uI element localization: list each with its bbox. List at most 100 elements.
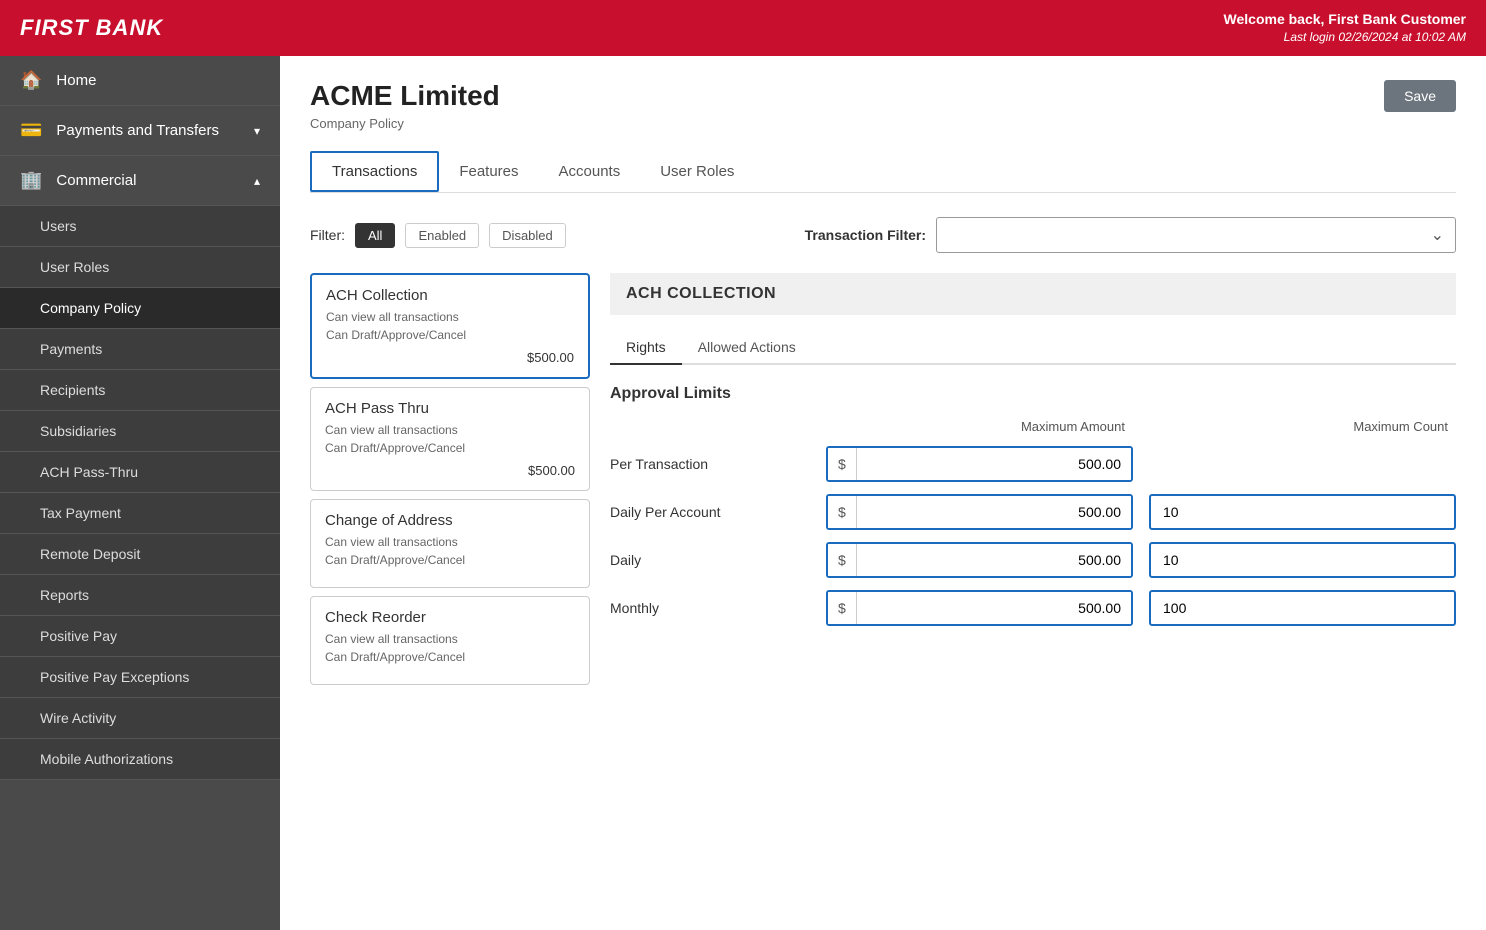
tab-user-roles[interactable]: User Roles: [640, 151, 754, 192]
sidebar-item-payments[interactable]: Payments: [0, 329, 280, 370]
sidebar-subitem-label: Payments: [40, 341, 102, 357]
sidebar-item-positive-pay[interactable]: Positive Pay: [0, 616, 280, 657]
transaction-card-change-of-address[interactable]: Change of Address Can view all transacti…: [310, 499, 590, 588]
currency-symbol: $: [828, 448, 857, 480]
card-desc2: Can Draft/Approve/Cancel: [325, 439, 575, 457]
transaction-card-check-reorder[interactable]: Check Reorder Can view all transactions …: [310, 596, 590, 685]
tab-features[interactable]: Features: [439, 151, 538, 192]
welcome-message: Welcome back, First Bank Customer Last l…: [1224, 10, 1466, 46]
page-title: ACME Limited: [310, 80, 500, 112]
transaction-card-ach-pass-thru[interactable]: ACH Pass Thru Can view all transactions …: [310, 387, 590, 491]
transaction-list: ACH Collection Can view all transactions…: [310, 273, 590, 685]
sidebar-item-wire-activity[interactable]: Wire Activity: [0, 698, 280, 739]
daily-per-account-count-input[interactable]: [1149, 494, 1456, 530]
commercial-icon: 🏢: [20, 170, 42, 191]
filter-label: Filter:: [310, 227, 345, 243]
sidebar-subitem-label: Subsidiaries: [40, 423, 116, 439]
home-icon: 🏠: [20, 70, 42, 91]
limits-col-max-count: Maximum Count: [1149, 419, 1456, 434]
sidebar-subitem-label: ACH Pass-Thru: [40, 464, 138, 480]
sidebar-item-mobile-authorizations[interactable]: Mobile Authorizations: [0, 739, 280, 780]
main-layout: 🏠 Home 💳 Payments and Transfers ▾ 🏢 Comm…: [0, 56, 1486, 930]
limits-row-daily-per-account: Daily Per Account: [610, 504, 810, 520]
currency-symbol: $: [828, 496, 857, 528]
sidebar-subitem-label: Mobile Authorizations: [40, 751, 173, 767]
sidebar-item-ach-pass-thru[interactable]: ACH Pass-Thru: [0, 452, 280, 493]
chevron-down-icon: ▾: [254, 124, 260, 138]
card-title: ACH Pass Thru: [325, 400, 575, 417]
sidebar-subitem-label: User Roles: [40, 259, 109, 275]
sidebar-item-company-policy[interactable]: Company Policy: [0, 288, 280, 329]
app-header: FIRST BANK Welcome back, First Bank Cust…: [0, 0, 1486, 56]
page-subtitle: Company Policy: [310, 116, 1456, 131]
sidebar-item-reports[interactable]: Reports: [0, 575, 280, 616]
card-amount: $500.00: [325, 463, 575, 478]
currency-symbol: $: [828, 592, 857, 624]
card-desc1: Can view all transactions: [326, 308, 574, 326]
monthly-amount-wrapper: $: [826, 590, 1133, 626]
save-button[interactable]: Save: [1384, 80, 1456, 112]
monthly-amount-input[interactable]: [857, 592, 1131, 624]
card-desc1: Can view all transactions: [325, 630, 575, 648]
sidebar-item-label: Commercial: [56, 172, 136, 189]
monthly-count-input[interactable]: [1149, 590, 1456, 626]
daily-per-account-amount-input[interactable]: [857, 496, 1131, 528]
filter-btn-enabled[interactable]: Enabled: [405, 223, 479, 248]
main-tabs: Transactions Features Accounts User Role…: [310, 151, 1456, 193]
sidebar-subitem-label: Positive Pay Exceptions: [40, 669, 189, 685]
limits-row-monthly: Monthly: [610, 600, 810, 616]
sidebar-item-positive-pay-exceptions[interactable]: Positive Pay Exceptions: [0, 657, 280, 698]
transaction-filter-select[interactable]: [936, 217, 1456, 253]
filter-btn-all[interactable]: All: [355, 223, 395, 248]
sidebar-item-recipients[interactable]: Recipients: [0, 370, 280, 411]
card-title: ACH Collection: [326, 287, 574, 304]
inner-tab-allowed-actions[interactable]: Allowed Actions: [682, 331, 812, 363]
transaction-filter-label: Transaction Filter:: [805, 227, 926, 243]
card-desc2: Can Draft/Approve/Cancel: [325, 551, 575, 569]
limits-col-max-amount: Maximum Amount: [826, 419, 1133, 434]
sidebar-item-users[interactable]: Users: [0, 206, 280, 247]
sidebar-subitem-label: Remote Deposit: [40, 546, 140, 562]
sidebar-subitem-label: Reports: [40, 587, 89, 603]
card-title: Change of Address: [325, 512, 575, 529]
two-col-layout: ACH Collection Can view all transactions…: [310, 273, 1456, 685]
transaction-card-ach-collection[interactable]: ACH Collection Can view all transactions…: [310, 273, 590, 379]
sidebar-item-user-roles[interactable]: User Roles: [0, 247, 280, 288]
chevron-up-icon: ▴: [254, 174, 260, 188]
filter-btn-disabled[interactable]: Disabled: [489, 223, 566, 248]
sidebar-item-label: Home: [56, 72, 96, 89]
sidebar-item-remote-deposit[interactable]: Remote Deposit: [0, 534, 280, 575]
per-transaction-amount-wrapper: $: [826, 446, 1133, 482]
filter-right: Transaction Filter:: [805, 217, 1456, 253]
detail-inner-tabs: Rights Allowed Actions: [610, 331, 1456, 365]
per-transaction-amount-input[interactable]: [857, 448, 1131, 480]
sidebar-item-tax-payment[interactable]: Tax Payment: [0, 493, 280, 534]
limits-row-per-transaction: Per Transaction: [610, 456, 810, 472]
inner-tab-rights[interactable]: Rights: [610, 331, 682, 365]
sidebar-item-label: Payments and Transfers: [56, 122, 219, 139]
daily-amount-input[interactable]: [857, 544, 1131, 576]
sidebar-subitem-label: Tax Payment: [40, 505, 121, 521]
sidebar-item-subsidiaries[interactable]: Subsidiaries: [0, 411, 280, 452]
sidebar-subitem-label: Wire Activity: [40, 710, 116, 726]
sidebar-subitem-label: Company Policy: [40, 300, 141, 316]
welcome-text: Welcome back, First Bank Customer: [1224, 10, 1466, 30]
card-desc2: Can Draft/Approve/Cancel: [326, 326, 574, 344]
daily-count-input[interactable]: [1149, 542, 1456, 578]
sidebar-item-home[interactable]: 🏠 Home: [0, 56, 280, 106]
daily-amount-wrapper: $: [826, 542, 1133, 578]
page-header: ACME Limited Save: [310, 80, 1456, 112]
transaction-filter-wrapper: [936, 217, 1456, 253]
sidebar-item-commercial[interactable]: 🏢 Commercial ▴: [0, 156, 280, 206]
payments-icon: 💳: [20, 120, 42, 141]
detail-panel-header: ACH COLLECTION: [610, 273, 1456, 315]
filter-container: Filter: All Enabled Disabled Transaction…: [310, 217, 1456, 253]
sidebar-item-payments-transfers[interactable]: 💳 Payments and Transfers ▾: [0, 106, 280, 156]
card-desc2: Can Draft/Approve/Cancel: [325, 648, 575, 666]
tab-transactions[interactable]: Transactions: [310, 151, 439, 192]
filter-left: Filter: All Enabled Disabled: [310, 223, 566, 248]
card-title: Check Reorder: [325, 609, 575, 626]
approval-limits-section: Approval Limits Maximum Amount Maximum C…: [610, 385, 1456, 626]
tab-accounts[interactable]: Accounts: [539, 151, 641, 192]
card-desc1: Can view all transactions: [325, 533, 575, 551]
